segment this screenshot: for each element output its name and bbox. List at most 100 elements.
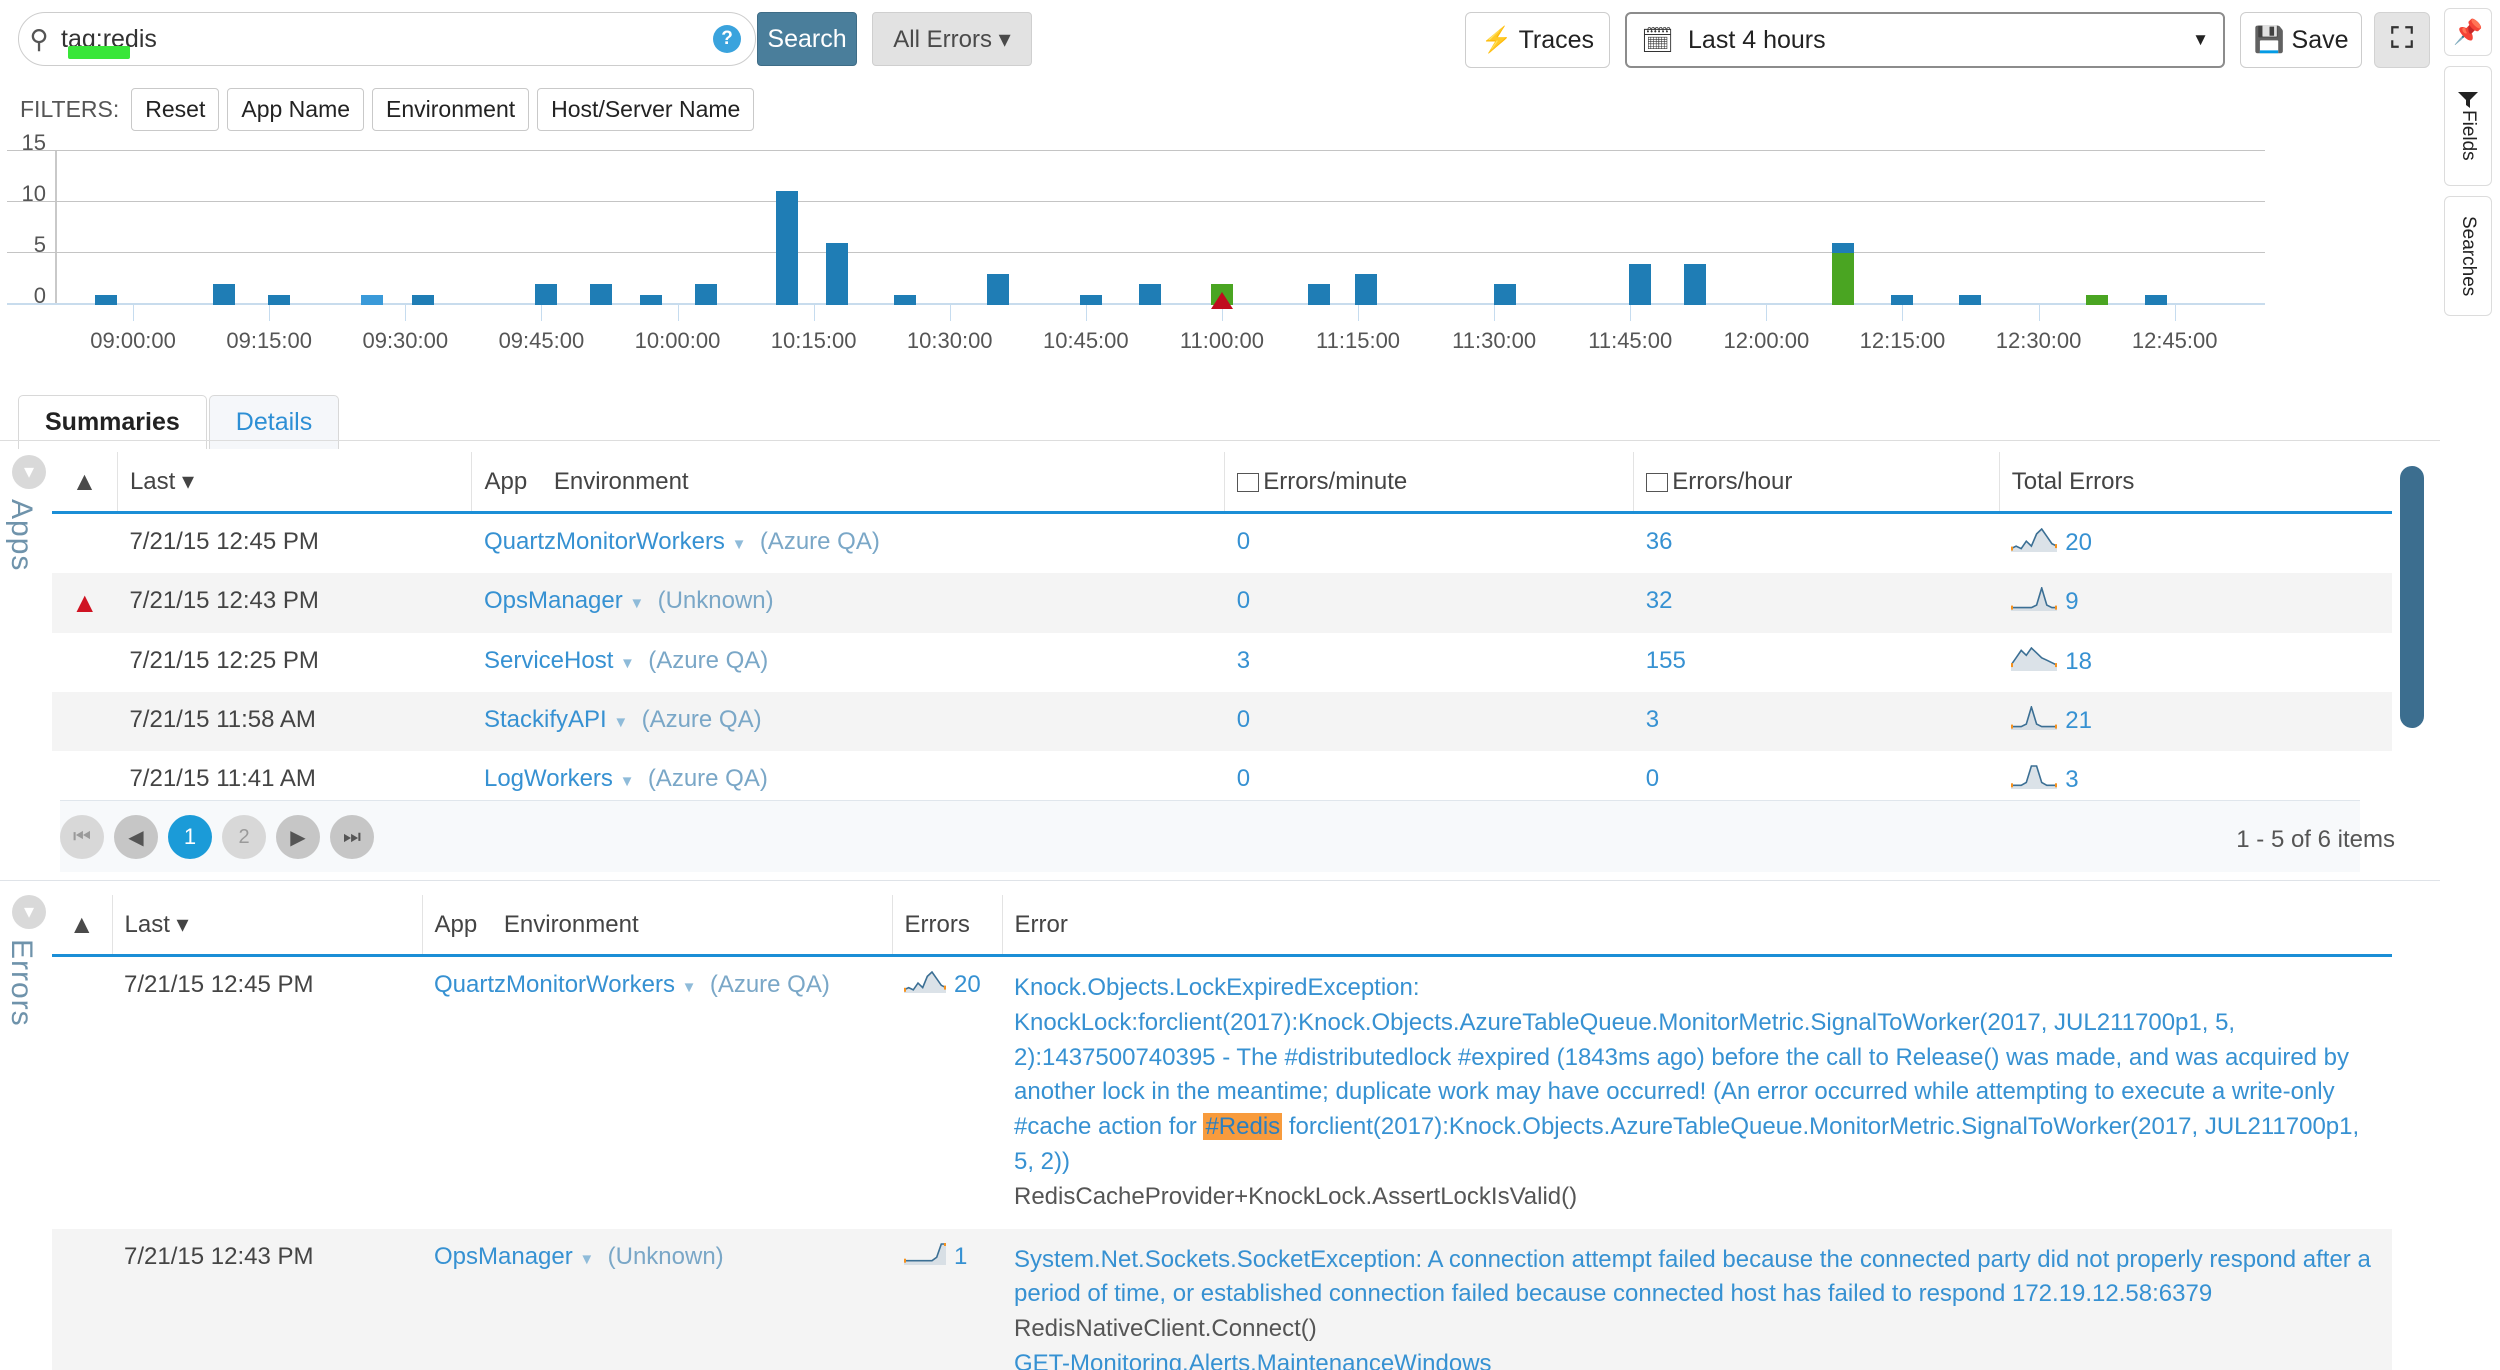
chart-bar[interactable] [2145,295,2167,305]
pager-page-2[interactable]: 2 [222,815,266,859]
chevron-down-icon[interactable]: ▼ [629,595,644,612]
pin-button[interactable]: 📌 [2444,8,2492,56]
total-errors-value[interactable]: 18 [2065,648,2092,675]
chart-x-tick [678,305,679,321]
chart-bar[interactable] [1629,264,1651,305]
table-row[interactable]: 7/21/15 12:45 PMQuartzMonitorWorkers ▼ (… [52,513,2392,574]
pager-prev-button[interactable]: ◀ [114,815,158,859]
chart-bar[interactable] [826,243,848,305]
help-icon[interactable]: ? [713,25,741,53]
chart-bar[interactable] [640,295,662,305]
errors-per-minute-value[interactable]: 3 [1237,647,1250,674]
summaries-header-errors-hour[interactable]: Errors/hour [1634,452,1999,513]
chart-bar[interactable] [1684,264,1706,305]
error-stack-line[interactable]: GET-Monitoring.Alerts.MaintenanceWindows [1014,1347,2380,1370]
fields-panel-button[interactable]: Fields [2444,66,2492,186]
errors-section-divider [0,880,2440,881]
chart-bar[interactable] [1139,284,1161,305]
app-link[interactable]: QuartzMonitorWorkers [484,528,725,555]
chart-bar[interactable] [987,274,1009,305]
summaries-header-last[interactable]: Last ▾ [117,452,472,513]
chart-bar[interactable] [1494,284,1516,305]
chart-bar[interactable] [1080,295,1102,305]
chart-bar[interactable] [1891,295,1913,305]
search-input[interactable] [59,24,713,55]
errors-per-hour-value[interactable]: 3 [1646,706,1659,733]
chart-bar[interactable] [412,295,434,305]
date-range-picker[interactable]: 🗓 Last 4 hours ▼ [1625,12,2225,68]
error-message-link[interactable]: System.Net.Sockets.SocketException: A co… [1014,1246,2371,1308]
chart-bar[interactable] [213,284,235,305]
chart-bar[interactable] [776,191,798,305]
table-row[interactable]: 7/21/15 12:43 PMOpsManager ▼ (Unknown)1S… [52,1229,2392,1370]
error-type-select[interactable]: All Errors ▾ [872,12,1032,66]
errors-per-hour-value[interactable]: 36 [1646,528,1673,555]
chevron-down-icon[interactable]: ▼ [613,714,628,731]
chevron-down-icon[interactable]: ▼ [620,655,635,672]
errors-per-minute-value[interactable]: 0 [1237,587,1250,614]
app-link[interactable]: QuartzMonitorWorkers [434,971,675,998]
errors-header-last[interactable]: Last ▾ [112,895,422,956]
errors-per-hour-value[interactable]: 32 [1646,587,1673,614]
app-link[interactable]: StackifyAPI [484,706,607,733]
search-button[interactable]: Search [757,12,857,66]
summaries-header-total-errors[interactable]: Total Errors [1999,452,2392,513]
filter-app-name-button[interactable]: App Name [227,88,364,131]
pager-first-button[interactable]: ⏮ [60,815,104,859]
chevron-down-icon[interactable]: ▼ [579,1251,594,1268]
chart-plot-area[interactable]: 09:00:0009:15:0009:30:0009:45:0010:00:00… [55,150,2255,305]
app-link[interactable]: OpsManager [484,587,623,614]
chart-bar[interactable] [1308,284,1330,305]
error-count-value[interactable]: 20 [954,971,981,998]
table-row[interactable]: 7/21/15 12:25 PMServiceHost ▼ (Azure QA)… [52,633,2392,692]
chart-bar[interactable] [1959,295,1981,305]
app-link[interactable]: ServiceHost [484,647,613,674]
table-row[interactable]: 7/21/15 11:58 AMStackifyAPI ▼ (Azure QA)… [52,692,2392,751]
summaries-scrollbar[interactable] [2400,466,2424,728]
chart-bar[interactable] [1832,243,1854,305]
date-range-label: Last 4 hours [1688,26,2192,55]
app-link[interactable]: LogWorkers [484,765,613,792]
chart-bar[interactable] [695,284,717,305]
filter-reset-button[interactable]: Reset [131,88,219,131]
chart-bar[interactable] [95,295,117,305]
chart-bar[interactable] [535,284,557,305]
chart-deploy-marker[interactable] [1211,292,1233,309]
table-row[interactable]: ▲7/21/15 12:43 PMOpsManager ▼ (Unknown)0… [52,573,2392,633]
chart-bar[interactable] [590,284,612,305]
chevron-down-icon[interactable]: ▼ [620,773,635,790]
pager-next-button[interactable]: ▶ [276,815,320,859]
pager-last-button[interactable]: ⏭ [330,815,374,859]
error-count-value[interactable]: 1 [954,1243,967,1270]
errors-per-hour-value[interactable]: 0 [1646,765,1659,792]
chevron-down-icon[interactable]: ▼ [682,979,697,996]
summaries-header-errors-minute[interactable]: Errors/minute [1225,452,1634,513]
app-link[interactable]: OpsManager [434,1243,573,1270]
errors-header-error[interactable]: Error [1002,895,2392,956]
fullscreen-button[interactable] [2374,12,2430,68]
pager-page-1[interactable]: 1 [168,815,212,859]
errors-collapse-chevron-down-icon[interactable]: ▾ [12,895,46,929]
save-button[interactable]: 💾 Save [2240,12,2362,68]
errors-header-errors[interactable]: Errors [892,895,1002,956]
total-errors-value[interactable]: 9 [2065,588,2078,615]
errors-per-minute-value[interactable]: 0 [1237,765,1250,792]
chart-bar[interactable] [361,295,383,305]
errors-per-hour-value[interactable]: 155 [1646,647,1686,674]
chart-bar[interactable] [894,295,916,305]
total-errors-value[interactable]: 21 [2065,707,2092,734]
chevron-down-icon[interactable]: ▼ [732,536,747,553]
traces-button[interactable]: ⚡ Traces [1465,12,1610,68]
errors-per-minute-value[interactable]: 0 [1237,528,1250,555]
chart-bar[interactable] [2086,295,2108,305]
searches-panel-button[interactable]: Searches [2444,196,2492,316]
table-row[interactable]: 7/21/15 12:45 PMQuartzMonitorWorkers ▼ (… [52,956,2392,1229]
apps-collapse-chevron-down-icon[interactable]: ▾ [12,455,46,489]
filter-host-server-name-button[interactable]: Host/Server Name [537,88,754,131]
filter-environment-button[interactable]: Environment [372,88,529,131]
total-errors-value[interactable]: 20 [2065,529,2092,556]
errors-per-minute-value[interactable]: 0 [1237,706,1250,733]
chart-bar[interactable] [1355,274,1377,305]
total-errors-value[interactable]: 3 [2065,766,2078,793]
chart-bar[interactable] [268,295,290,305]
